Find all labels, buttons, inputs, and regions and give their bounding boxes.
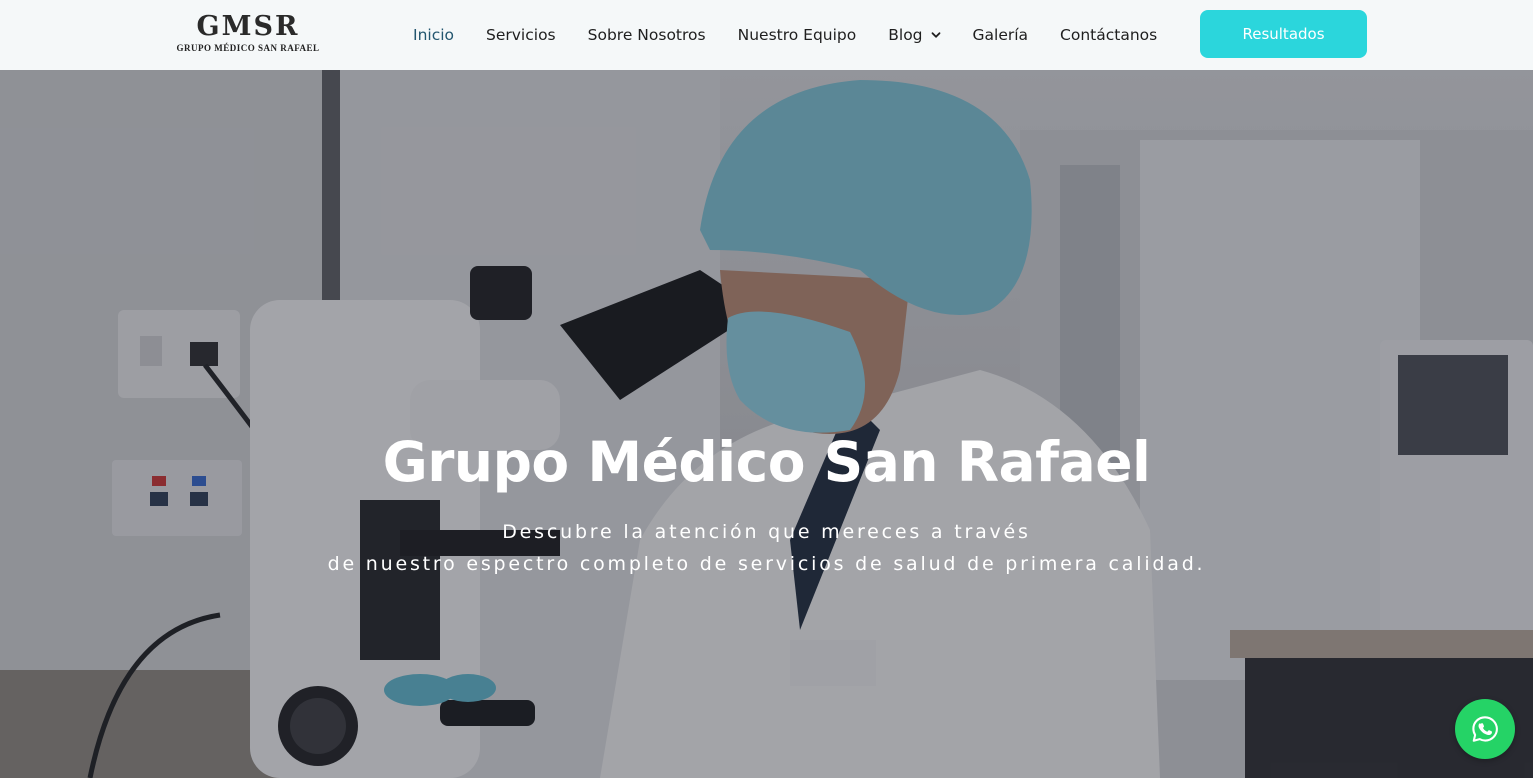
nav-item-galeria[interactable]: Galería <box>973 26 1029 44</box>
nav-item-nuestro-equipo[interactable]: Nuestro Equipo <box>738 26 857 44</box>
nav-item-blog[interactable]: Blog <box>888 26 940 44</box>
logo-subtitle: GRUPO MÉDICO SAN RAFAEL <box>176 43 320 53</box>
hero-subtitle: Descubre la atención que mereces a travé… <box>0 516 1533 580</box>
whatsapp-icon <box>1472 716 1498 742</box>
whatsapp-chat-button[interactable] <box>1455 699 1515 759</box>
main-nav: Inicio Servicios Sobre Nosotros Nuestro … <box>413 0 1189 70</box>
logo-mark: GMSR <box>196 11 300 42</box>
site-header: GMSR GRUPO MÉDICO SAN RAFAEL Inicio Serv… <box>0 0 1533 70</box>
hero-subtitle-line-1: Descubre la atención que mereces a travé… <box>502 521 1031 543</box>
hero-subtitle-line-2: de nuestro espectro completo de servicio… <box>327 553 1206 575</box>
nav-item-blog-label: Blog <box>888 26 923 44</box>
hero-dark-overlay <box>0 70 1533 778</box>
nav-item-sobre-nosotros[interactable]: Sobre Nosotros <box>588 26 706 44</box>
nav-item-contactanos[interactable]: Contáctanos <box>1060 26 1157 44</box>
hero-title: Grupo Médico San Rafael <box>382 430 1151 494</box>
nav-item-servicios[interactable]: Servicios <box>486 26 556 44</box>
chevron-down-icon <box>931 32 940 38</box>
nav-item-inicio[interactable]: Inicio <box>413 26 454 44</box>
results-button[interactable]: Resultados <box>1200 10 1367 58</box>
hero-section: Grupo Médico San Rafael Descubre la aten… <box>0 70 1533 778</box>
site-logo[interactable]: GMSR GRUPO MÉDICO SAN RAFAEL <box>168 12 328 56</box>
